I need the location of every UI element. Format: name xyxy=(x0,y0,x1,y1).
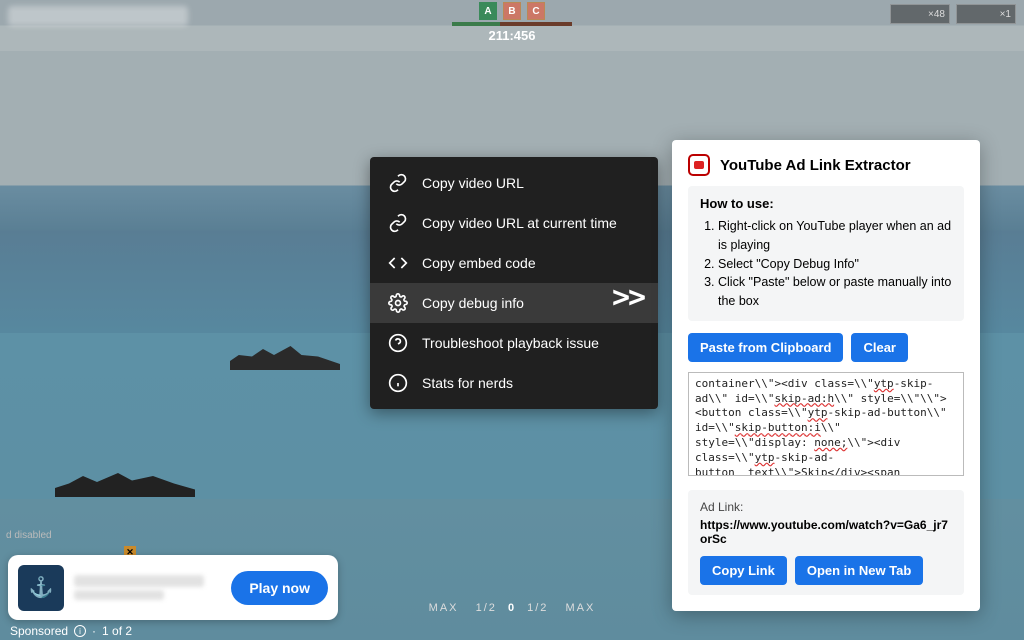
arrow-indicator-icon: >> xyxy=(612,280,644,315)
ship-silhouette xyxy=(230,340,340,370)
hud-cap-b: B xyxy=(503,2,521,20)
ad-text xyxy=(74,572,221,603)
hud-right-slots: ×48 ×1 xyxy=(890,4,1016,24)
result-label: Ad Link: xyxy=(700,500,952,514)
panel-header: YouTube Ad Link Extractor xyxy=(688,154,964,176)
ctx-copy-url[interactable]: Copy video URL xyxy=(370,163,658,203)
ctx-label: Troubleshoot playback issue xyxy=(422,335,599,351)
panel-title: YouTube Ad Link Extractor xyxy=(720,157,911,174)
ctx-copy-embed[interactable]: Copy embed code xyxy=(370,243,658,283)
hud-center: A B C 211:456 xyxy=(452,2,572,43)
embed-icon xyxy=(388,253,408,273)
hud-timer: 211:456 xyxy=(452,28,572,43)
sponsored-label: Sponsored i · 1 of 2 xyxy=(10,624,132,638)
ctx-label: Copy video URL at current time xyxy=(422,215,617,231)
ctx-label: Stats for nerds xyxy=(422,375,513,391)
result-url: https://www.youtube.com/watch?v=Ga6_jr7o… xyxy=(700,518,952,546)
link-icon xyxy=(388,173,408,193)
game-hud: A B C 211:456 ×48 ×1 xyxy=(0,0,1024,36)
ctx-label: Copy debug info xyxy=(422,295,524,311)
dot-separator: · xyxy=(92,624,96,638)
hud-cap-c: C xyxy=(527,2,545,20)
info-icon[interactable]: i xyxy=(74,625,86,637)
ship-silhouette xyxy=(55,467,195,497)
extension-logo-icon xyxy=(688,154,710,176)
ad-overlay-card[interactable]: ⚓ Play now xyxy=(8,555,338,620)
range-half: 1/2 xyxy=(527,602,548,614)
link-icon xyxy=(388,213,408,233)
gear-icon xyxy=(388,293,408,313)
hud-slot: ×1 xyxy=(956,4,1016,24)
ad-title-blur xyxy=(74,575,204,587)
ad-cta-button[interactable]: Play now xyxy=(231,571,328,605)
result-box: Ad Link: https://www.youtube.com/watch?v… xyxy=(688,490,964,595)
ad-app-icon: ⚓ xyxy=(18,565,64,611)
howto-list: Right-click on YouTube player when an ad… xyxy=(700,217,952,311)
debug-textarea[interactable]: container\\"><div class=\\"ytp-skip-ad\\… xyxy=(688,372,964,476)
info-icon xyxy=(388,373,408,393)
howto-step: Right-click on YouTube player when an ad… xyxy=(718,217,952,255)
hud-cap-a: A xyxy=(479,2,497,20)
open-tab-button[interactable]: Open in New Tab xyxy=(795,556,924,585)
range-zero: 0 xyxy=(508,602,516,614)
hud-progress-bar xyxy=(452,22,572,26)
hud-status-text: d disabled xyxy=(6,530,52,541)
ctx-copy-url-time[interactable]: Copy video URL at current time xyxy=(370,203,658,243)
range-max: MAX xyxy=(565,602,595,614)
ad-subtitle-blur xyxy=(74,590,164,600)
extractor-panel: YouTube Ad Link Extractor How to use: Ri… xyxy=(672,140,980,611)
sponsored-text: Sponsored xyxy=(10,624,68,638)
range-max: MAX xyxy=(429,602,459,614)
copy-link-button[interactable]: Copy Link xyxy=(700,556,787,585)
ctx-label: Copy embed code xyxy=(422,255,536,271)
howto-step: Click "Paste" below or paste manually in… xyxy=(718,273,952,311)
help-icon xyxy=(388,333,408,353)
paste-button[interactable]: Paste from Clipboard xyxy=(688,333,843,362)
howto-heading: How to use: xyxy=(700,196,952,211)
hud-slot: ×48 xyxy=(890,4,950,24)
hud-left-blur xyxy=(8,6,188,26)
ad-counter: 1 of 2 xyxy=(102,624,132,638)
ctx-stats[interactable]: Stats for nerds xyxy=(370,363,658,403)
howto-step: Select "Copy Debug Info" xyxy=(718,255,952,274)
ctx-troubleshoot[interactable]: Troubleshoot playback issue xyxy=(370,323,658,363)
howto-box: How to use: Right-click on YouTube playe… xyxy=(688,186,964,321)
ctx-label: Copy video URL xyxy=(422,175,524,191)
zoom-range-indicator: MAX 1/2 0 1/2 MAX xyxy=(423,602,602,614)
clear-button[interactable]: Clear xyxy=(851,333,908,362)
range-half: 1/2 xyxy=(476,602,497,614)
